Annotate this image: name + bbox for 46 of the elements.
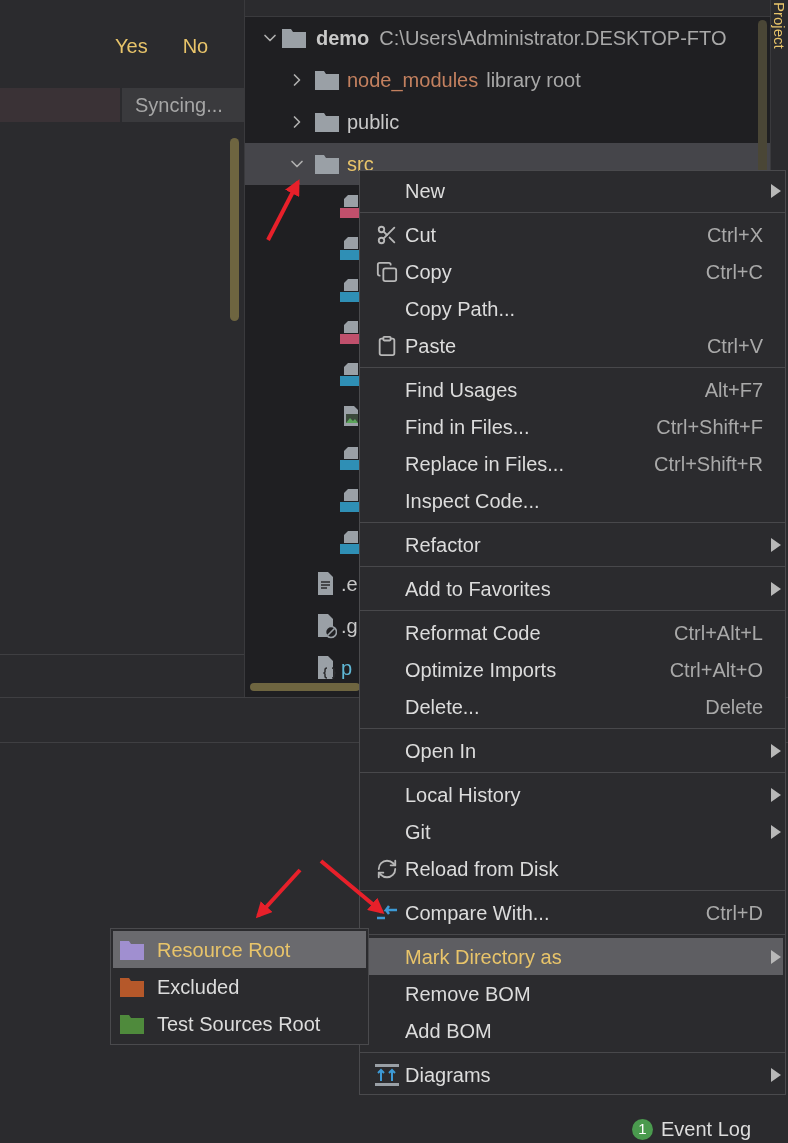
menu-item-label: Optimize Imports [405, 657, 558, 683]
menu-item-label: Reload from Disk [405, 856, 560, 882]
menu-item-label: Cut [405, 222, 438, 248]
menu-item-label: Remove BOM [405, 981, 532, 1007]
menu-item-label: Find Usages [405, 377, 519, 403]
shortcut-label: Alt+F7 [704, 377, 763, 403]
menu-item-label: Inspect Code... [405, 488, 541, 514]
menu-item-label: Add to Favorites [405, 576, 552, 602]
shortcut-label: Ctrl+Alt+O [669, 657, 763, 683]
menu-item-label: Find in Files... [405, 414, 531, 440]
project-name: demo [316, 26, 370, 51]
menu-item-label: Open In [405, 738, 478, 764]
menu-item-label: Reformat Code [405, 620, 542, 646]
shortcut-label: Ctrl+Alt+L [674, 620, 763, 646]
menu-item-label: Compare With... [405, 900, 551, 926]
tree-item-label: src [347, 152, 374, 177]
shortcut-label: Ctrl+Shift+F [656, 414, 763, 440]
menu-item-label: Mark Directory as [405, 944, 563, 970]
menu-item-label: Diagrams [405, 1062, 492, 1088]
status-label: Syncing... [122, 88, 244, 122]
tree-item-label: .e [341, 572, 358, 597]
menu-item-label: Refactor [405, 532, 482, 558]
shortcut-label: Delete [705, 694, 763, 720]
count-badge: 1 [632, 1118, 653, 1140]
project-path: C:\Users\Administrator.DESKTOP-FTO [379, 26, 727, 51]
menu-item-label: Delete... [405, 694, 481, 720]
tree-item-label: .g [341, 614, 358, 639]
tree-item-hint: library root [486, 68, 581, 93]
tree-item-label: public [347, 110, 400, 135]
menu-item-label: Resource Root [157, 937, 291, 963]
shortcut-label: Ctrl+V [706, 333, 763, 359]
menu-item-label: Excluded [157, 974, 240, 1000]
menu-item-label: Paste [405, 333, 458, 359]
menu-item-label: Local History [405, 782, 522, 808]
shortcut-label: Ctrl+Shift+R [654, 451, 763, 477]
shortcut-label: Ctrl+C [705, 259, 763, 285]
menu-item-label: Copy [405, 259, 453, 285]
menu-item-label: Copy Path... [405, 296, 517, 322]
menu-item-label: Replace in Files... [405, 451, 565, 477]
menu-item-label: Git [405, 819, 432, 845]
menu-item-label: Test Sources Root [157, 1011, 321, 1037]
tree-item-label: p [341, 656, 353, 681]
shortcut-label: Ctrl+X [706, 222, 763, 248]
tree-item-label: node_modules [347, 68, 479, 94]
shortcut-label: Ctrl+D [705, 900, 763, 926]
menu-item-label: Add BOM [405, 1018, 493, 1044]
